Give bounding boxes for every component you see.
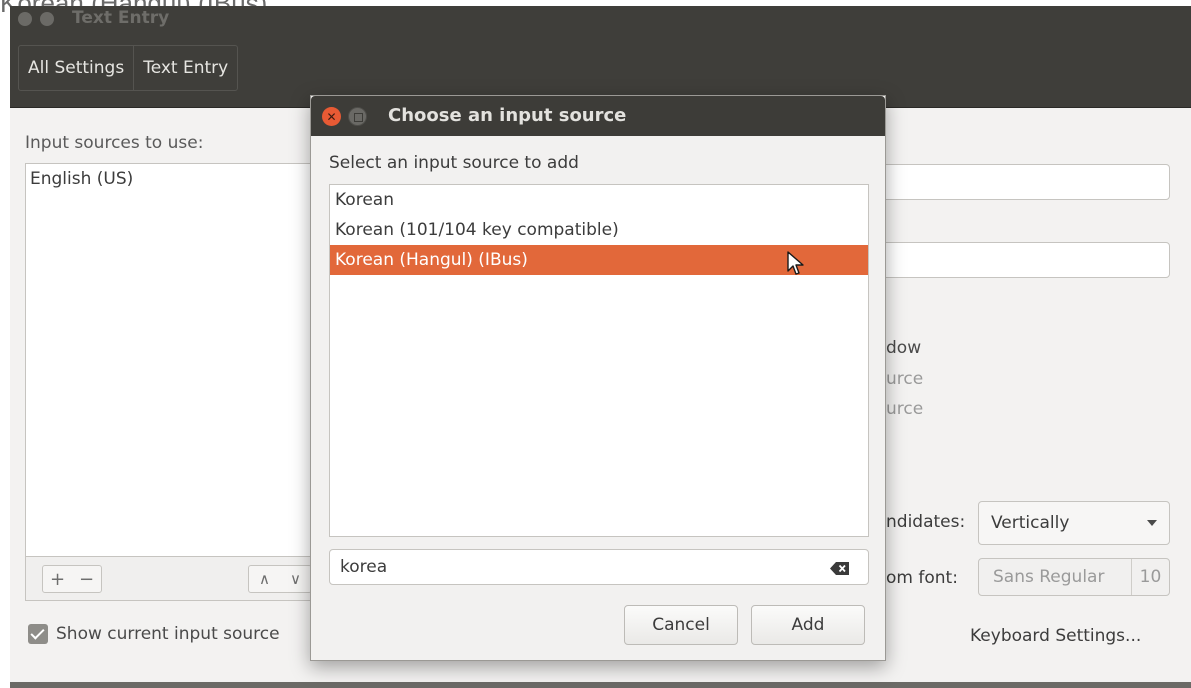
source-option-label-1: urce	[886, 369, 924, 389]
candidates-orientation-select[interactable]: Vertically	[978, 501, 1170, 545]
input-source-options-list[interactable]: Korean Korean (101/104 key compatible) K…	[329, 184, 869, 537]
breadcrumb-text-entry[interactable]: Text Entry	[133, 46, 237, 90]
input-sources-list[interactable]: English (US)	[25, 163, 325, 557]
checkbox-checked-icon[interactable]	[28, 624, 48, 644]
dialog-prompt: Select an input source to add	[329, 153, 579, 173]
option-korean[interactable]: Korean	[330, 185, 868, 215]
bottom-bar	[10, 682, 1191, 688]
show-current-source-checkbox[interactable]: Show current input source	[28, 624, 280, 644]
input-sources-label: Input sources to use:	[25, 133, 204, 153]
main-window-title: Text Entry	[72, 8, 170, 28]
search-input-value: korea	[340, 557, 388, 577]
window-option-label: dow	[886, 338, 922, 358]
main-minimize-button[interactable]	[40, 12, 54, 26]
font-size: 10	[1131, 559, 1169, 595]
main-titlebar: Text Entry	[10, 6, 1191, 36]
close-icon: ✕	[326, 109, 337, 124]
source-option-label-2: urce	[886, 399, 924, 419]
input-sources-toolbar: + − ∧ ∨	[25, 557, 325, 601]
clear-search-icon[interactable]	[830, 562, 850, 575]
dialog-close-button[interactable]: ✕	[322, 107, 341, 126]
add-source-button[interactable]: +	[50, 569, 65, 590]
dialog-title: Choose an input source	[388, 105, 627, 126]
search-input[interactable]: korea	[329, 549, 869, 585]
option-korean-101-104[interactable]: Korean (101/104 key compatible)	[330, 215, 868, 245]
breadcrumb-all-settings[interactable]: All Settings	[19, 46, 133, 90]
dialog-minimize-button[interactable]	[348, 107, 367, 126]
custom-font-button[interactable]: Sans Regular 10	[978, 558, 1170, 596]
add-remove-buttons: + −	[42, 565, 102, 593]
custom-font-label: om font:	[886, 568, 958, 588]
add-button[interactable]: Add	[751, 605, 865, 645]
input-source-item[interactable]: English (US)	[26, 164, 324, 194]
remove-source-button[interactable]: −	[79, 569, 94, 590]
font-name: Sans Regular	[993, 567, 1105, 587]
move-buttons: ∧ ∨	[248, 565, 312, 593]
main-close-button[interactable]	[18, 12, 32, 26]
keyboard-settings-button[interactable]: Keyboard Settings...	[970, 626, 1141, 646]
shortcut-entry-1[interactable]	[880, 164, 1170, 200]
shortcut-entry-2[interactable]	[880, 242, 1170, 278]
show-current-source-label: Show current input source	[56, 624, 280, 644]
move-down-button[interactable]: ∨	[290, 570, 301, 588]
move-up-button[interactable]: ∧	[259, 570, 270, 588]
option-korean-hangul-ibus[interactable]: Korean (Hangul) (IBus)	[330, 245, 868, 275]
cancel-button[interactable]: Cancel	[624, 605, 738, 645]
breadcrumb: All Settings Text Entry	[18, 45, 239, 91]
dialog-titlebar: ✕ Choose an input source	[311, 96, 885, 136]
option-korean-hangul-ibus-label: Korean (Hangul) (IBus)	[335, 250, 528, 270]
candidates-orientation-value: Vertically	[991, 513, 1070, 533]
candidates-label: ndidates:	[886, 512, 966, 532]
chevron-down-icon	[1147, 520, 1157, 526]
mouse-cursor-icon	[787, 251, 804, 275]
choose-input-source-dialog: ✕ Choose an input source Select an input…	[310, 95, 886, 661]
